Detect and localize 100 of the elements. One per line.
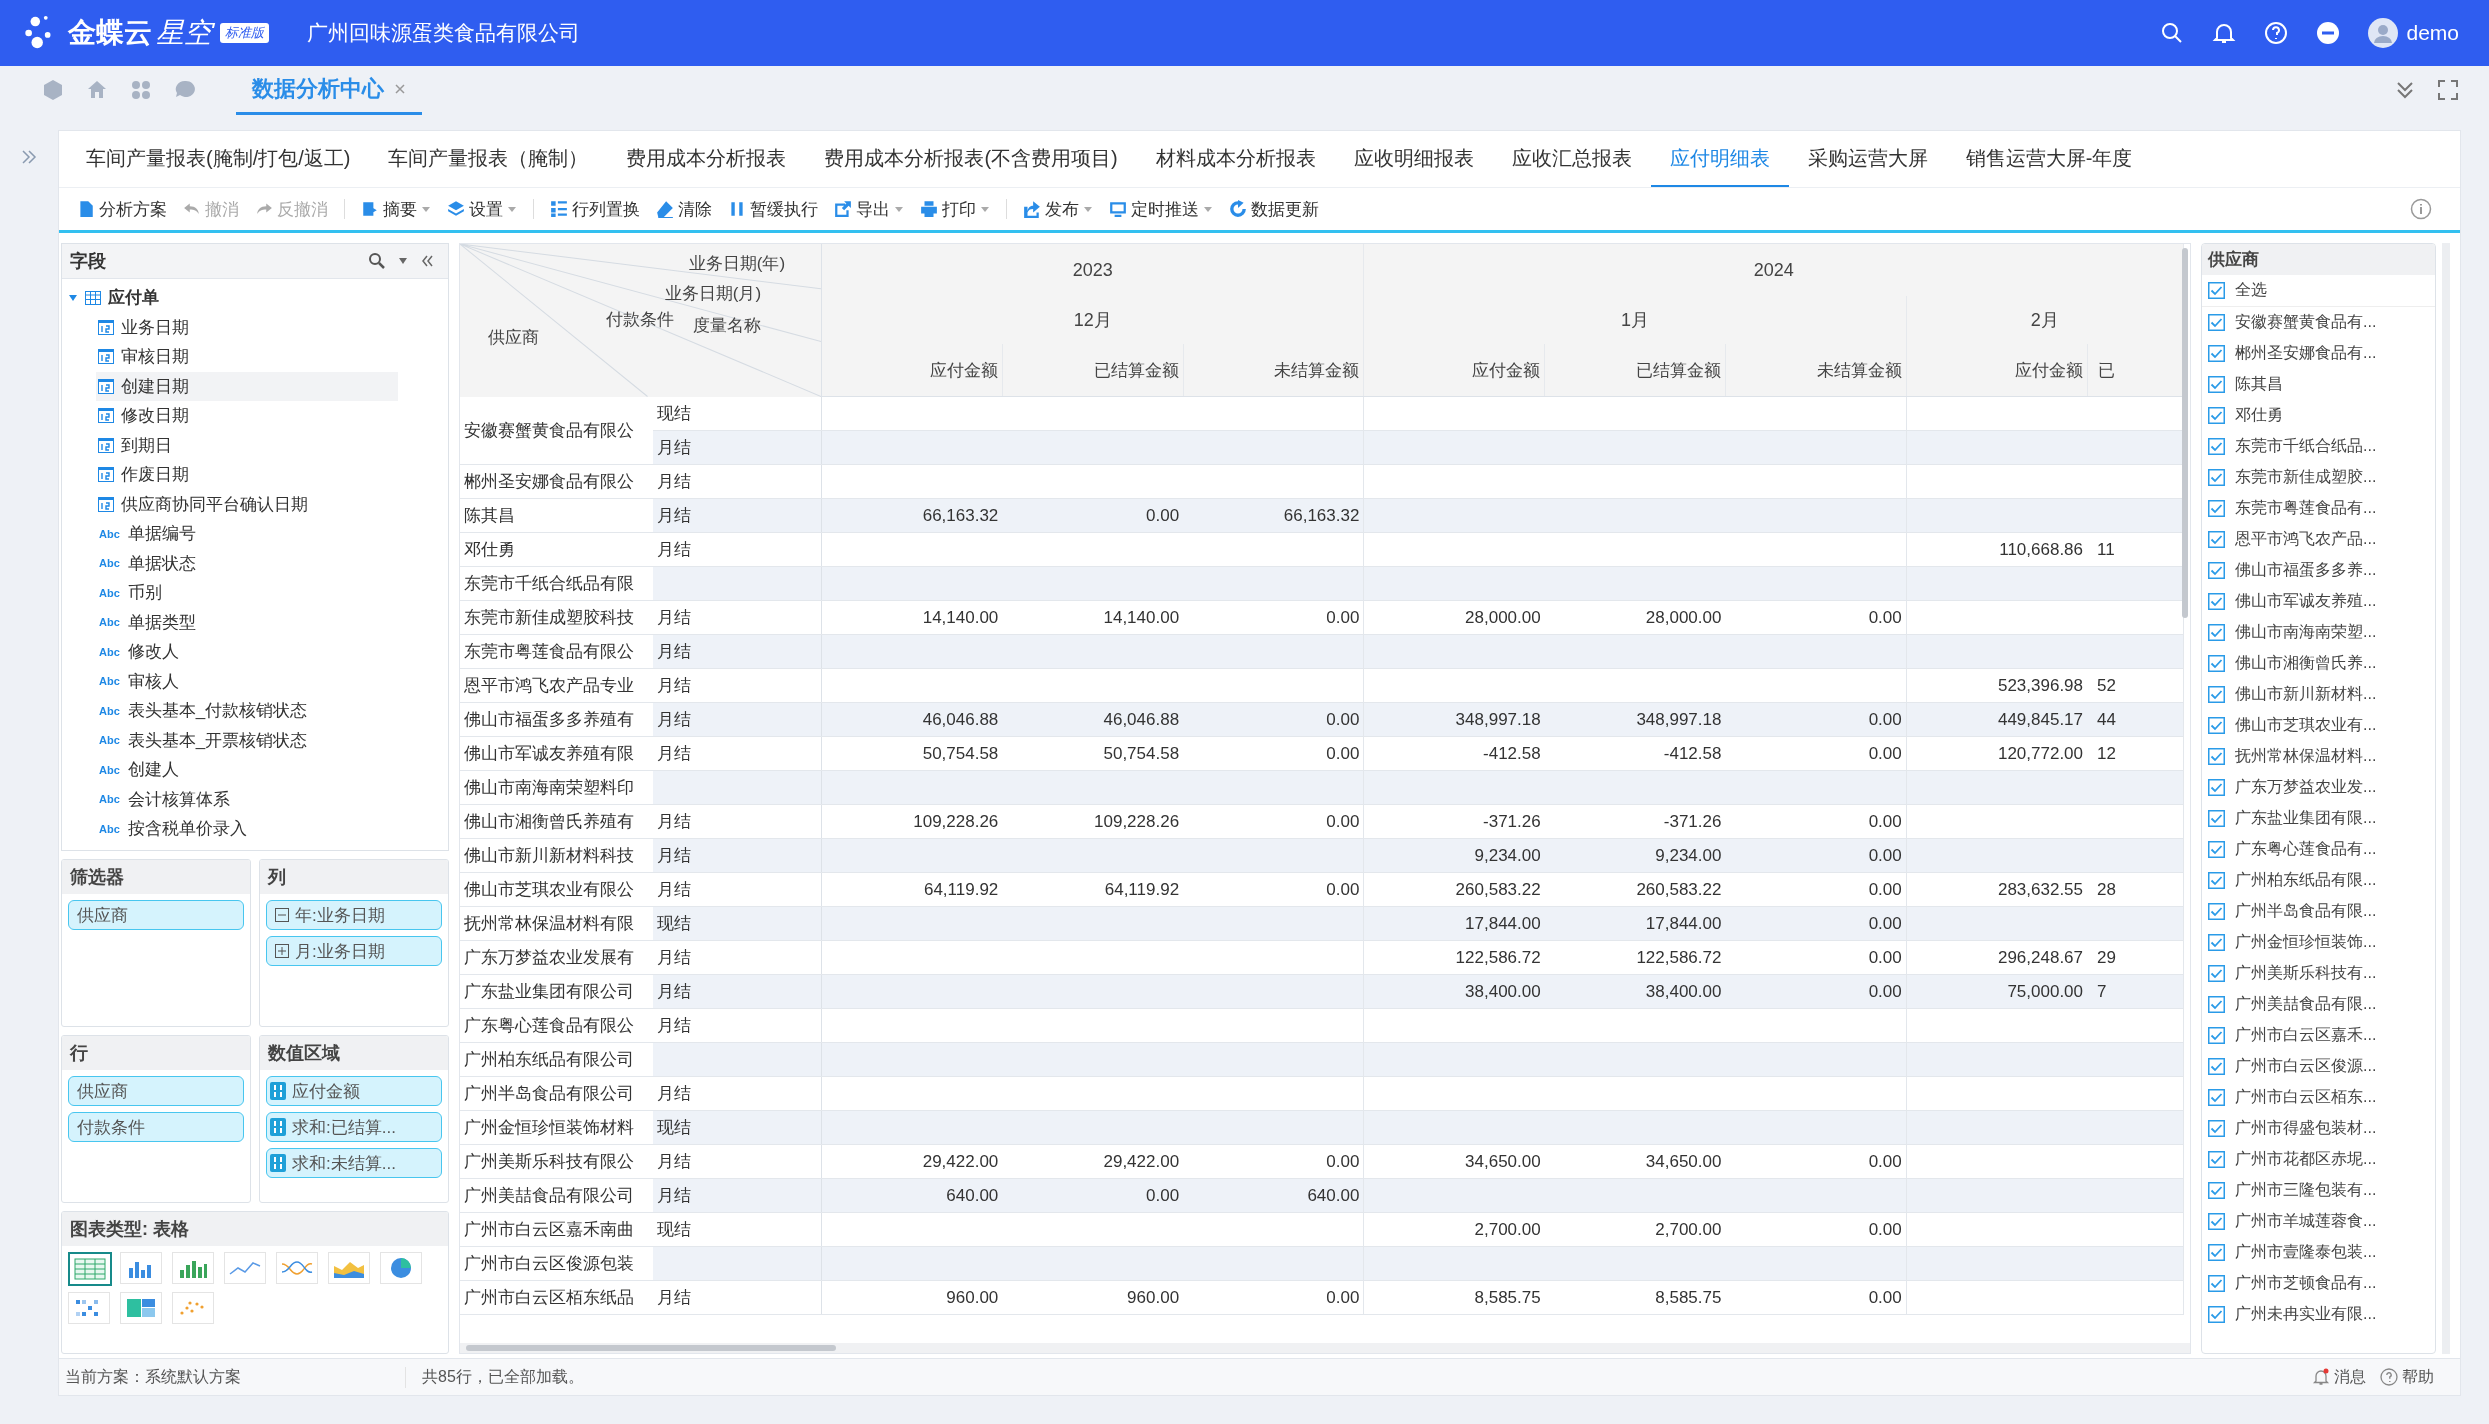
field-item[interactable]: Abc 创建人 xyxy=(96,755,398,785)
toolbar-button[interactable]: 摘要 xyxy=(353,197,439,221)
line-chart-icon[interactable] xyxy=(224,1252,266,1284)
fullscreen-icon[interactable] xyxy=(2437,79,2459,101)
report-tab[interactable]: 应收汇总报表 xyxy=(1492,131,1651,187)
checkbox[interactable] xyxy=(2208,1089,2225,1106)
report-tab[interactable]: 费用成本分析报表(不含费用项目) xyxy=(805,131,1137,187)
checkbox[interactable] xyxy=(2208,314,2225,331)
area-chart-icon[interactable] xyxy=(328,1252,370,1284)
expand-icon[interactable] xyxy=(275,944,289,958)
checkbox-label[interactable]: 陈其昌 xyxy=(2235,374,2283,395)
double-chevron-right-icon[interactable] xyxy=(20,148,38,166)
checkbox[interactable] xyxy=(2208,934,2225,951)
checkbox[interactable] xyxy=(2208,1275,2225,1292)
checkbox[interactable] xyxy=(2208,1182,2225,1199)
checkbox-label[interactable]: 广州半岛食品有限... xyxy=(2235,901,2377,922)
bar-chart-icon[interactable] xyxy=(120,1252,162,1284)
table-chart-icon[interactable] xyxy=(68,1252,112,1286)
checkbox[interactable] xyxy=(2208,779,2225,796)
report-tab[interactable]: 车间产量报表（腌制） xyxy=(369,131,608,187)
checkbox[interactable] xyxy=(2208,500,2225,517)
checkbox[interactable] xyxy=(2208,1027,2225,1044)
checkbox[interactable] xyxy=(2208,531,2225,548)
checkbox-label[interactable]: 广州市芝顿食品有... xyxy=(2235,1273,2377,1294)
field-item[interactable]: 到期日 xyxy=(96,430,398,460)
checkbox[interactable] xyxy=(2208,841,2225,858)
info-icon[interactable] xyxy=(2410,198,2432,220)
checkbox[interactable] xyxy=(2208,282,2225,299)
checkbox-label[interactable]: 佛山市福蛋多多养... xyxy=(2235,560,2377,581)
field-item[interactable]: 创建日期 xyxy=(96,371,398,401)
close-icon[interactable] xyxy=(394,82,406,95)
value-chip[interactable]: 应付金额 xyxy=(266,1076,442,1106)
treemap-icon[interactable] xyxy=(120,1292,162,1324)
user-name[interactable]: demo xyxy=(2406,21,2459,45)
report-tab[interactable]: 应收明细报表 xyxy=(1334,131,1493,187)
checkbox-label[interactable]: 邓仕勇 xyxy=(2235,405,2283,426)
field-item[interactable]: Abc 会计核算体系 xyxy=(96,784,398,814)
checkbox-label[interactable]: 广州市三隆包装有... xyxy=(2235,1180,2377,1201)
minus-circle-icon[interactable] xyxy=(2316,21,2341,45)
checkbox[interactable] xyxy=(2208,810,2225,827)
checkbox-label[interactable]: 郴州圣安娜食品有... xyxy=(2235,343,2377,364)
checkbox-label[interactable]: 广州未冉实业有限... xyxy=(2235,1304,2377,1325)
messages-link[interactable]: 消息 xyxy=(2312,1366,2366,1388)
toolbar-button[interactable]: 暂缓执行 xyxy=(720,197,826,221)
checkbox-label[interactable]: 广州市壹隆泰包装... xyxy=(2235,1242,2377,1263)
help-icon[interactable] xyxy=(2264,21,2289,45)
checkbox-label[interactable]: 广州市得盛包装材... xyxy=(2235,1118,2377,1139)
checkbox-label[interactable]: 广东粤心莲食品有... xyxy=(2235,839,2377,860)
checkbox[interactable] xyxy=(2208,562,2225,579)
checkbox-label[interactable]: 广东盐业集团有限... xyxy=(2235,808,2377,829)
checkbox-label[interactable]: 广州市羊城莲蓉食... xyxy=(2235,1211,2377,1232)
avatar-icon[interactable] xyxy=(2368,18,2399,48)
checkbox-label[interactable]: 全选 xyxy=(2235,280,2267,301)
checkbox[interactable] xyxy=(2208,1120,2225,1137)
report-tab[interactable]: 车间产量报表(腌制/打包/返工) xyxy=(67,131,370,187)
checkbox-label[interactable]: 恩平市鸿飞农产品... xyxy=(2235,529,2377,550)
checkbox[interactable] xyxy=(2208,1151,2225,1168)
column-chip[interactable]: 年:业务日期 xyxy=(266,900,442,930)
bell-icon[interactable] xyxy=(2212,21,2237,45)
scrollbar-thumb[interactable] xyxy=(466,1345,836,1351)
company-name[interactable]: 广州回味源蛋类食品有限公司 xyxy=(307,19,580,47)
checkbox[interactable] xyxy=(2208,655,2225,672)
field-item[interactable]: 作废日期 xyxy=(96,460,398,490)
pie-chart-icon[interactable] xyxy=(380,1252,422,1284)
row-chip[interactable]: 付款条件 xyxy=(68,1112,244,1142)
checkbox-label[interactable]: 抚州常林保温材料... xyxy=(2235,746,2377,767)
checkbox-label[interactable]: 安徽赛蟹黄食品有... xyxy=(2235,312,2377,333)
report-tab[interactable]: 销售运营大屏-年度 xyxy=(1946,131,2152,187)
checkbox[interactable] xyxy=(2208,686,2225,703)
column-chip[interactable]: 月:业务日期 xyxy=(266,936,442,966)
checkbox-label[interactable]: 东莞市新佳成塑胶... xyxy=(2235,467,2377,488)
checkbox[interactable] xyxy=(2208,469,2225,486)
checkbox-label[interactable]: 广州柏东纸品有限... xyxy=(2235,870,2377,891)
help-link[interactable]: 帮助 xyxy=(2380,1366,2434,1388)
apps-icon[interactable] xyxy=(130,79,152,101)
report-tab[interactable]: 采购运营大屏 xyxy=(1788,131,1947,187)
checkbox-label[interactable]: 佛山市军诚友养殖... xyxy=(2235,591,2377,612)
checkbox-label[interactable]: 广州美喆食品有限... xyxy=(2235,994,2377,1015)
field-item[interactable]: Abc 审核人 xyxy=(96,666,398,696)
checkbox-label[interactable]: 广州市白云区栢东... xyxy=(2235,1087,2377,1108)
field-item[interactable]: 修改日期 xyxy=(96,401,398,431)
value-chip[interactable]: 求和:已结算... xyxy=(266,1112,442,1142)
checkbox[interactable] xyxy=(2208,717,2225,734)
checkbox[interactable] xyxy=(2208,624,2225,641)
field-item[interactable]: 业务日期 xyxy=(96,312,398,342)
toolbar-button[interactable]: 清除 xyxy=(648,197,720,221)
checkbox-label[interactable]: 佛山市湘衡曾氏养... xyxy=(2235,653,2377,674)
toolbar-button[interactable]: 行列置换 xyxy=(542,197,648,221)
report-tab[interactable]: 材料成本分析报表 xyxy=(1136,131,1335,187)
field-item[interactable]: Abc 修改人 xyxy=(96,637,398,667)
checkbox-label[interactable]: 广东万梦益农业发... xyxy=(2235,777,2377,798)
field-item[interactable]: Abc 单据编号 xyxy=(96,519,398,549)
home-icon[interactable] xyxy=(86,79,108,101)
collapse-icon[interactable] xyxy=(275,908,289,922)
checkbox-label[interactable]: 佛山市芝琪农业有... xyxy=(2235,715,2377,736)
checkbox[interactable] xyxy=(2208,903,2225,920)
tree-node[interactable]: 应付单 xyxy=(68,283,448,313)
checkbox[interactable] xyxy=(2208,1213,2225,1230)
checkbox[interactable] xyxy=(2208,748,2225,765)
checkbox[interactable] xyxy=(2208,872,2225,889)
